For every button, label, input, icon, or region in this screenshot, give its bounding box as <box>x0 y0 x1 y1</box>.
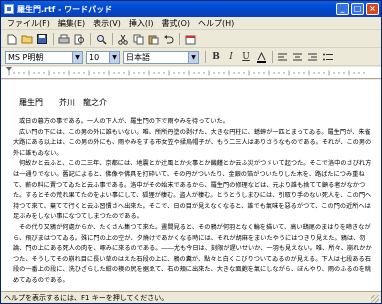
paragraph: 広い門の下には、この男の外に誰もいない。唯、所所丹塗の剥げた、大きな円柱に、蟋蟀… <box>13 128 372 157</box>
find-icon[interactable] <box>94 32 108 46</box>
paragraph: 或日の暮方の事である。一人の下人が、羅生門の下で雨やみを待っていた。 <box>19 118 229 125</box>
chevron-down-icon[interactable]: ▼ <box>109 51 119 63</box>
chevron-down-icon[interactable]: ▼ <box>72 51 82 63</box>
undo-icon[interactable] <box>161 32 175 46</box>
ruler[interactable] <box>1 67 381 79</box>
standard-toolbar <box>1 31 381 48</box>
menu-view[interactable]: 表示(V) <box>89 18 125 29</box>
paragraph: その代り又鴉が何處からか、たくさん集つて來た。晝間見ると、その鴉が何羽となく輪を… <box>13 223 372 284</box>
wordpad-app-icon[interactable] <box>4 4 14 14</box>
paste-icon[interactable] <box>146 32 160 46</box>
toolbar-separator <box>179 33 180 45</box>
date-time-icon[interactable] <box>183 32 197 46</box>
script-select[interactable]: 日本語 ▼ <box>123 50 199 64</box>
menu-help[interactable]: ヘルプ(H) <box>194 18 238 29</box>
menu-insert[interactable]: 挿入(I) <box>125 18 158 29</box>
toolbar-separator <box>90 33 91 45</box>
resize-grip[interactable] <box>371 295 379 303</box>
title-bar[interactable]: 羅生門.rtf - ワードパッド _ □ × <box>1 1 381 17</box>
status-bar: ヘルプを表示するには、F1 キーを押してください。 <box>1 291 381 304</box>
font-name-value: MS P明朝 <box>8 52 44 62</box>
format-bar: MS P明朝 ▼ 10 ▼ 日本語 ▼ B I U <box>1 49 381 66</box>
close-button[interactable]: × <box>366 3 379 15</box>
paragraph: 何故かと云ふと、この二三年、京都には、地震とか辻風とか火事とか饑饉とか云ふ災がつ… <box>13 160 372 221</box>
window-title: 羅生門.rtf - ワードパッド <box>17 4 113 14</box>
bullets-icon[interactable] <box>321 50 335 64</box>
minimize-button[interactable]: _ <box>336 3 349 15</box>
save-icon[interactable] <box>35 32 49 46</box>
toolbar-separator <box>112 33 113 45</box>
menu-bar: ファイル(F) 編集(E) 表示(V) 挿入(I) 書式(O) ヘルプ(H) <box>1 17 381 30</box>
document-heading: 羅生門 芥川 龍之介 <box>19 98 107 107</box>
italic-button[interactable]: I <box>224 50 238 64</box>
chevron-down-icon[interactable]: ▼ <box>188 51 198 63</box>
menu-file[interactable]: ファイル(F) <box>3 18 54 29</box>
ruler-scale <box>6 67 365 76</box>
print-preview-icon[interactable] <box>72 32 86 46</box>
align-center-icon[interactable] <box>291 50 305 64</box>
menu-format[interactable]: 書式(O) <box>157 18 194 29</box>
underline-button[interactable]: U <box>239 50 253 64</box>
menu-edit[interactable]: 編集(E) <box>54 18 89 29</box>
indent-marker[interactable] <box>6 67 12 71</box>
open-folder-icon[interactable] <box>20 32 34 46</box>
font-color-icon[interactable] <box>254 50 268 64</box>
maximize-button[interactable]: □ <box>351 3 364 15</box>
toolbar-separator <box>205 51 206 63</box>
new-document-icon[interactable] <box>5 32 19 46</box>
cut-icon[interactable] <box>116 32 130 46</box>
font-size-value: 10 <box>89 52 100 62</box>
wordpad-window: 羅生門.rtf - ワードパッド _ □ × ファイル(F) 編集(E) 表示(… <box>0 0 382 304</box>
font-size-select[interactable]: 10 ▼ <box>86 50 120 64</box>
align-left-icon[interactable] <box>276 50 290 64</box>
print-icon[interactable] <box>57 32 71 46</box>
document-area[interactable]: 羅生門 芥川 龍之介 或日の暮方の事である。一人の下人が、羅生門の下で雨やみを待… <box>1 80 381 291</box>
script-value: 日本語 <box>126 52 150 62</box>
toolbar-separator <box>53 33 54 45</box>
bold-button[interactable]: B <box>209 50 223 64</box>
status-text: ヘルプを表示するには、F1 キーを押してください。 <box>4 294 169 302</box>
font-name-select[interactable]: MS P明朝 ▼ <box>5 50 83 64</box>
copy-icon[interactable] <box>131 32 145 46</box>
toolbar-separator <box>272 51 273 63</box>
document-body[interactable]: 或日の暮方の事である。一人の下人が、羅生門の下で雨やみを待っていた。 広い門の下… <box>13 117 373 287</box>
align-right-icon[interactable] <box>306 50 320 64</box>
